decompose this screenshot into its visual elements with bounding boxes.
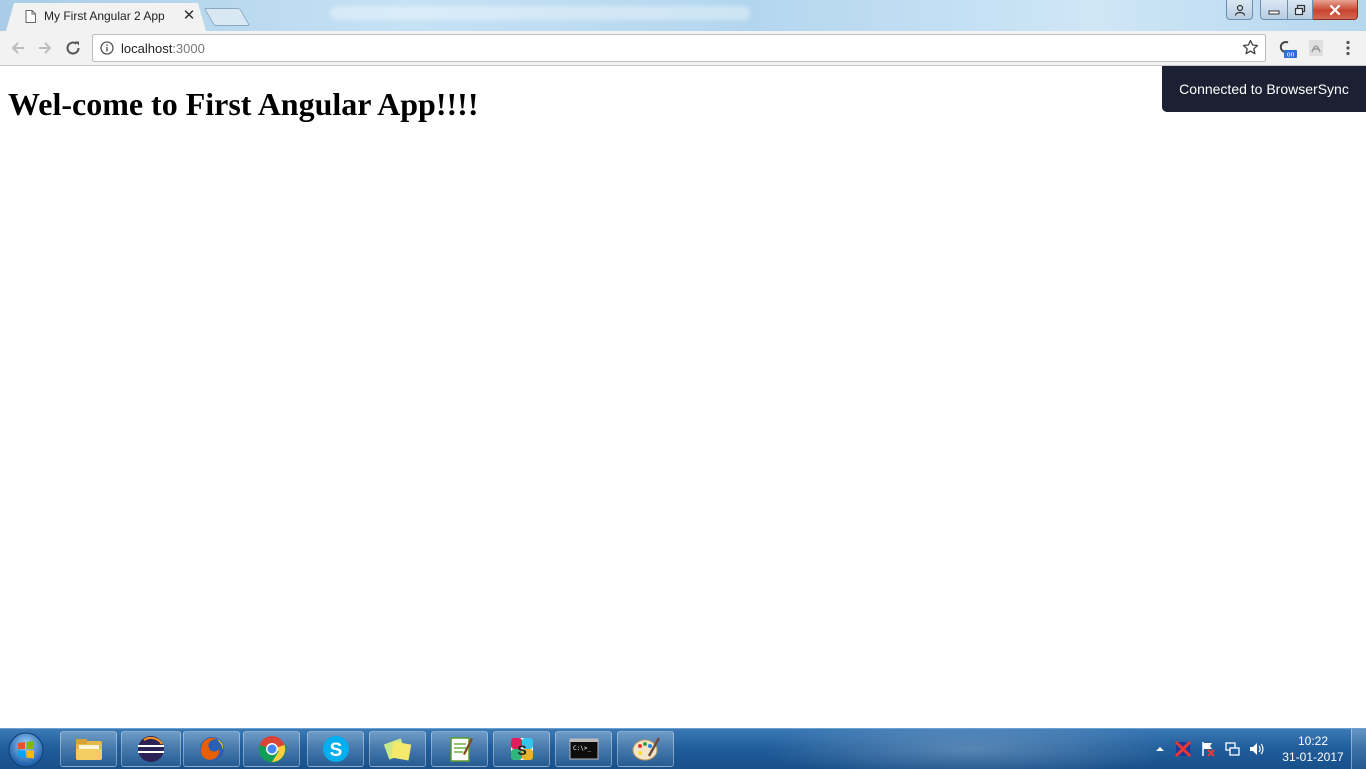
- forward-arrow-icon[interactable]: [35, 38, 55, 58]
- cmd-prompt-text: C:\>_: [573, 745, 591, 752]
- pdf-extension-icon[interactable]: [1306, 38, 1326, 58]
- system-clock[interactable]: 10:22 31-01-2017: [1278, 733, 1348, 765]
- extension-toggle-button[interactable]: on: [1277, 38, 1297, 59]
- slack-icon: S: [510, 738, 533, 760]
- taskbar-sticky-notes[interactable]: [369, 731, 426, 767]
- address-bar[interactable]: localhost:3000: [92, 34, 1266, 62]
- extension-c-icon: on: [1279, 41, 1297, 59]
- taskbar-eclipse[interactable]: [121, 731, 181, 767]
- flag-antivirus-icon[interactable]: [1175, 741, 1191, 757]
- browser-title-bar: My First Angular 2 App ✕: [0, 0, 1366, 31]
- taskbar-file-explorer[interactable]: [60, 731, 117, 767]
- taskbar-slack[interactable]: S: [493, 731, 550, 767]
- user-profile-button[interactable]: [1226, 0, 1253, 20]
- clock-time: 10:22: [1297, 734, 1329, 748]
- back-arrow-icon[interactable]: [8, 38, 28, 58]
- taskbar-chrome[interactable]: [243, 731, 300, 767]
- browser-toolbar: localhost:3000 on: [0, 31, 1366, 66]
- tab-close-icon[interactable]: ✕: [182, 8, 196, 24]
- firefox-icon: [199, 737, 224, 761]
- notepad-plus-plus-icon: [449, 737, 473, 762]
- taskbar-notepad-plus-plus[interactable]: [431, 731, 488, 767]
- skype-icon: S: [322, 736, 349, 762]
- page-viewport: Wel-come to First Angular App!!!! Connec…: [0, 66, 1366, 728]
- network-icon[interactable]: [1224, 741, 1240, 757]
- file-explorer-icon: [75, 739, 102, 760]
- clock-date: 31-01-2017: [1282, 750, 1344, 764]
- restore-icon: [1294, 4, 1306, 15]
- show-hidden-icons-icon[interactable]: [1152, 741, 1168, 757]
- page-heading: Wel-come to First Angular App!!!!: [8, 86, 479, 122]
- sticky-notes-icon: [383, 738, 411, 761]
- taskbar-firefox[interactable]: [183, 731, 240, 767]
- user-icon: [1234, 4, 1245, 16]
- command-prompt-icon: C:\>_: [569, 738, 598, 760]
- more-menu-icon[interactable]: [1338, 38, 1358, 58]
- minimize-button[interactable]: [1260, 0, 1288, 20]
- tab-my-first-angular-2-app[interactable]: My First Angular 2 App ✕: [6, 3, 206, 31]
- taskbar-paint[interactable]: [617, 731, 674, 767]
- windows-taskbar: S S C:\>_ 10:22 31-01-2017: [0, 728, 1366, 769]
- document-icon: [25, 10, 36, 23]
- minimize-icon: [1268, 10, 1280, 14]
- svg-text:S: S: [517, 742, 526, 758]
- show-desktop-button[interactable]: [1351, 729, 1366, 769]
- svg-text:S: S: [329, 740, 342, 761]
- url-port: :3000: [172, 41, 205, 56]
- url-host: localhost: [121, 41, 173, 56]
- paint-icon: [632, 737, 660, 761]
- taskbar-command-prompt[interactable]: C:\>_: [555, 731, 612, 767]
- new-tab-button[interactable]: [203, 8, 251, 26]
- extension-badge: on: [1287, 52, 1295, 59]
- restore-button[interactable]: [1288, 0, 1313, 20]
- taskbar-glare: [760, 729, 1180, 769]
- start-button[interactable]: [6, 730, 46, 769]
- info-icon[interactable]: [100, 41, 114, 55]
- close-icon: [1329, 4, 1341, 15]
- chrome-icon: [258, 736, 285, 763]
- taskbar-skype[interactable]: S: [307, 731, 364, 767]
- browsersync-notification: Connected to BrowserSync: [1162, 66, 1366, 112]
- volume-icon[interactable]: [1248, 741, 1264, 757]
- eclipse-icon: [138, 736, 164, 762]
- bookmark-star-icon[interactable]: [1242, 39, 1259, 56]
- tab-title: My First Angular 2 App: [44, 9, 165, 23]
- action-center-flag-icon[interactable]: [1200, 741, 1216, 757]
- window-controls: [1226, 0, 1358, 20]
- titlebar-reflection: [330, 6, 750, 20]
- reload-icon[interactable]: [63, 38, 83, 58]
- url-text: localhost:3000: [121, 41, 205, 56]
- close-window-button[interactable]: [1313, 0, 1358, 20]
